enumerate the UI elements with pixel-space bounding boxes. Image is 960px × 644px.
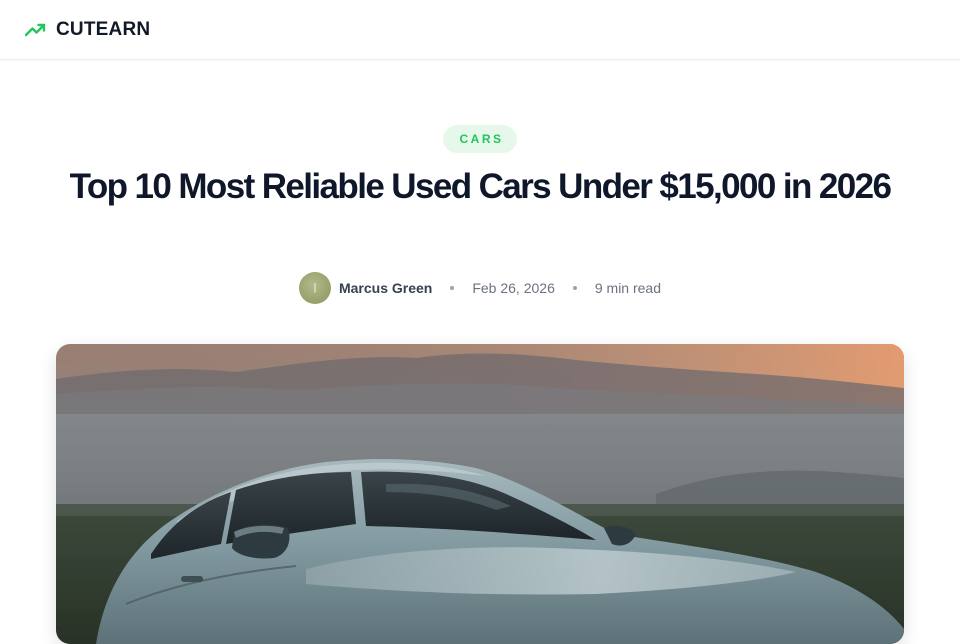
article-title: Top 10 Most Reliable Used Cars Under $15…	[69, 167, 892, 206]
read-time: 9 min read	[594, 280, 662, 296]
brand-name: CUTEARN	[56, 19, 151, 40]
category-badge[interactable]: CARS	[443, 125, 517, 153]
car-sunset-image	[56, 344, 904, 644]
hero-image	[56, 344, 904, 644]
publish-date: Feb 26, 2026	[472, 280, 555, 296]
avatar-image	[313, 283, 316, 293]
site-header: CUTEARN	[0, 0, 960, 60]
meta-separator-dot	[572, 286, 577, 290]
trending-up-icon	[24, 22, 47, 38]
meta-separator-dot	[450, 286, 455, 290]
article-meta: Marcus Green Feb 26, 2026 9 min read	[0, 272, 960, 304]
author-avatar	[298, 272, 331, 304]
author-name[interactable]: Marcus Green	[339, 280, 432, 296]
brand-logo-link[interactable]: CUTEARN	[24, 0, 151, 60]
